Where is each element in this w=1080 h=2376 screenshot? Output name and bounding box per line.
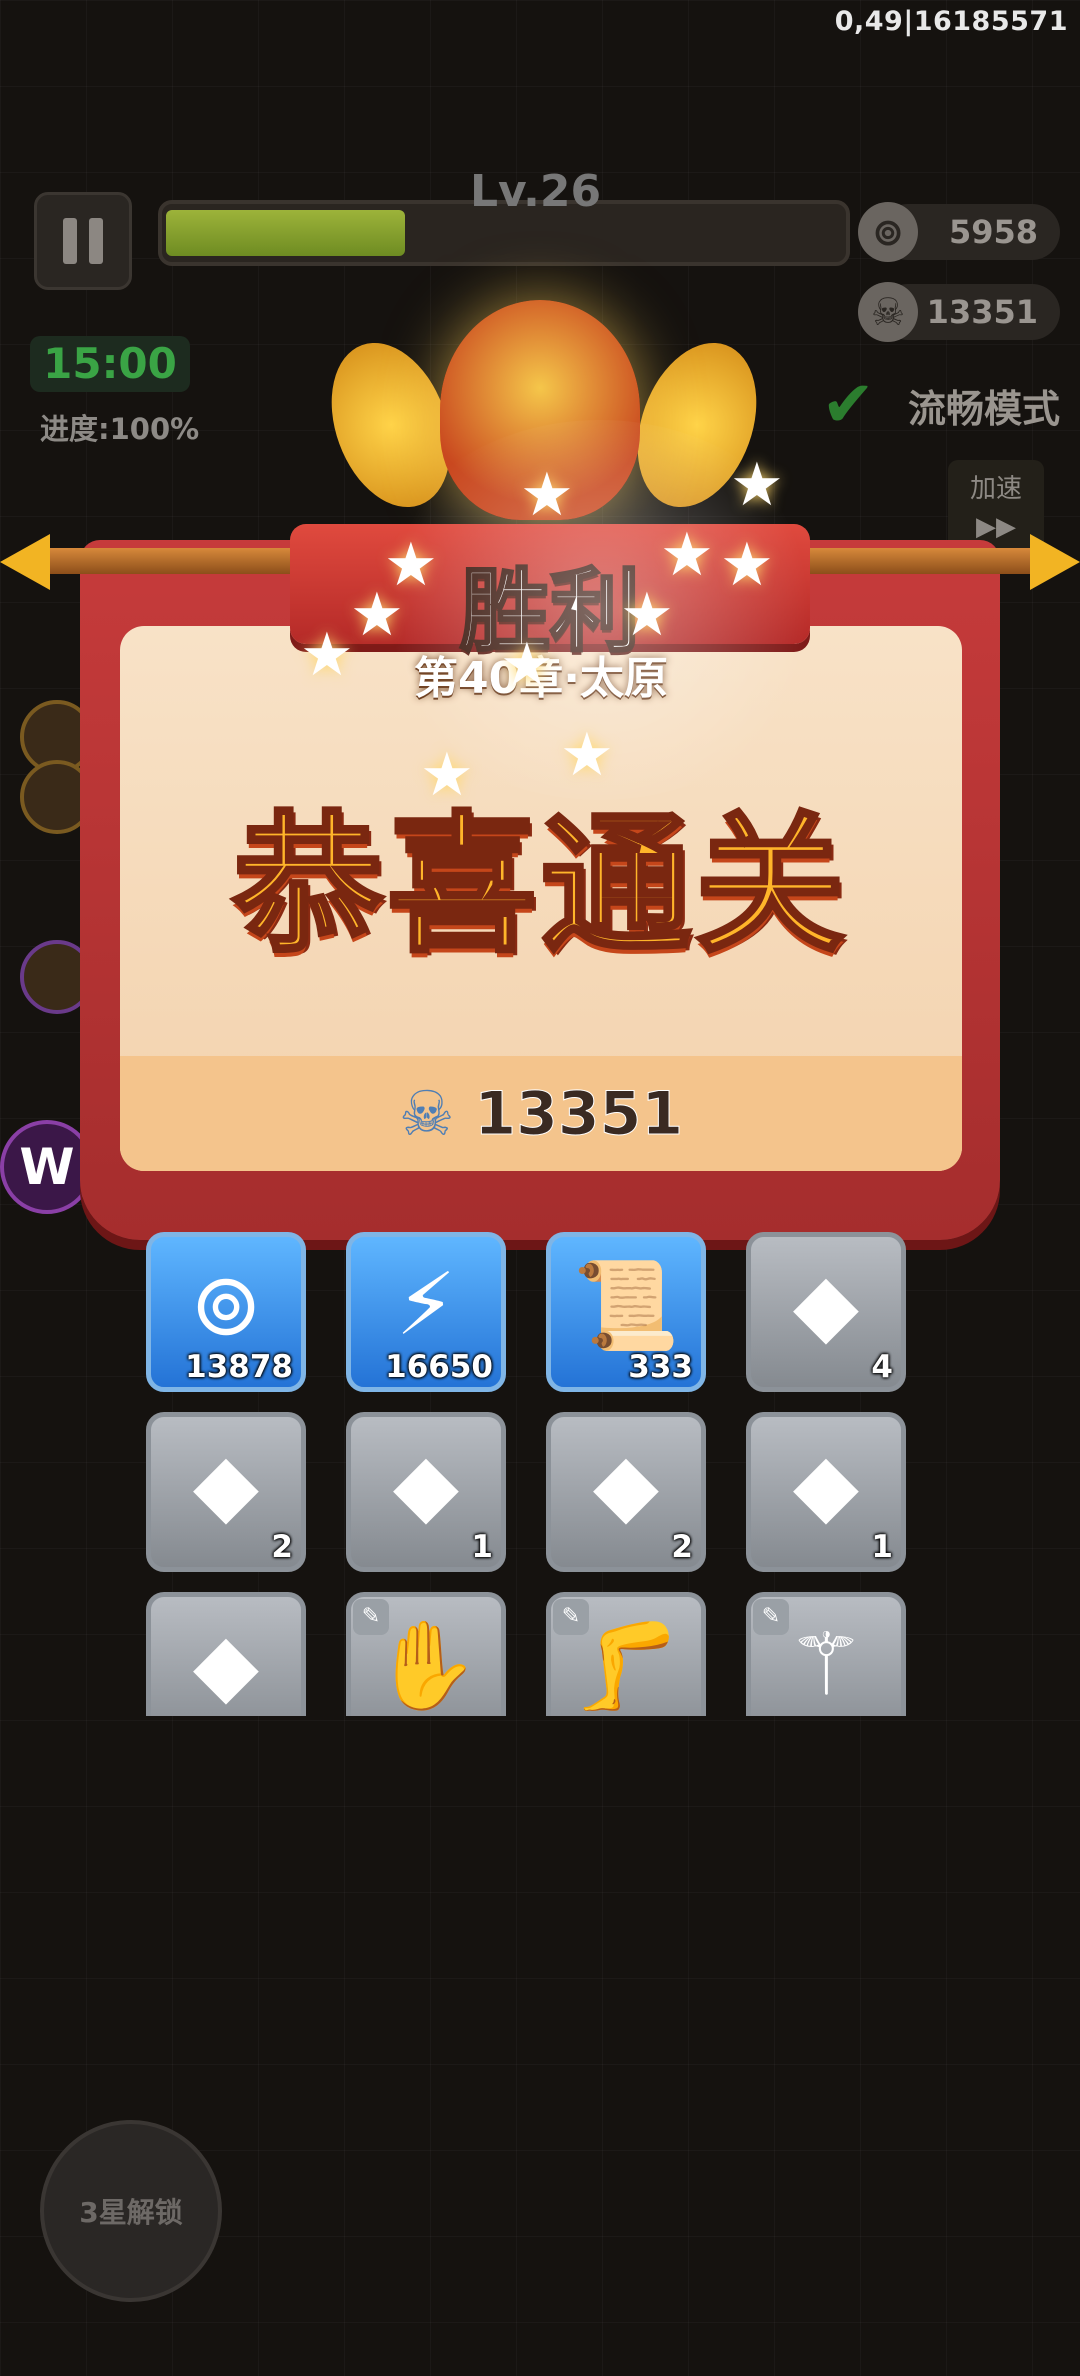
smooth-mode-toggle[interactable]: 流畅模式	[908, 378, 1060, 433]
reward-slot[interactable]: ◆ 1	[746, 1412, 906, 1572]
star-sparkle-icon: ★	[520, 460, 574, 530]
skull-counter: ☠ 13351	[858, 282, 1060, 342]
reward-slot[interactable]: ✎ 🦵	[546, 1592, 706, 1716]
reward-slot[interactable]: ⚡ 16650	[346, 1232, 506, 1392]
dragon-staff-icon: ⚚	[787, 1615, 865, 1715]
pause-button[interactable]	[34, 192, 132, 290]
armor-gem-icon: ◆	[392, 1435, 460, 1535]
progress-label: 进度:100%	[40, 412, 200, 446]
pause-icon-bar	[89, 218, 103, 264]
reward-grid: ⊚ 13878 ⚡ 16650 📜 333 ◆ 4 ◆ 2 ◆ 1 ◆ 2 ◆ 1 ◆ ✎ ✋ ✎ 🦵 ✎ ⚚	[146, 1232, 912, 1716]
reward-count: 1	[471, 1529, 493, 1565]
star-sparkle-icon: ★	[620, 580, 674, 650]
pause-icon-bar	[63, 218, 77, 264]
helmet-gem-icon: ◆	[192, 1615, 260, 1715]
reward-slot[interactable]: ◆ 2	[546, 1412, 706, 1572]
reward-slot[interactable]: ◆	[146, 1592, 306, 1716]
coin-counter: ⊚ 5958	[858, 202, 1060, 262]
checkmark-icon[interactable]: ✔	[821, 368, 875, 442]
reward-count: 4	[871, 1349, 893, 1385]
star-sparkle-icon: ★	[500, 630, 554, 700]
reward-slot[interactable]: ⊚ 13878	[146, 1232, 306, 1392]
reward-slot[interactable]: ✎ ✋	[346, 1592, 506, 1716]
unlock-label: 3星解锁	[79, 2196, 183, 2229]
reward-slot[interactable]: ◆ 2	[146, 1412, 306, 1572]
timer: 15:00	[30, 336, 190, 392]
skull-icon: ☠	[858, 282, 918, 342]
reward-count: 2	[271, 1529, 293, 1565]
speed-label: 加速	[969, 474, 1022, 504]
debug-readout: 0,49|16185571	[834, 6, 1068, 37]
level-label: Lv.26	[470, 166, 602, 217]
reward-count: 1	[871, 1529, 893, 1565]
reward-slot[interactable]: ◆ 1	[346, 1412, 506, 1572]
congrats-title: 恭喜通关	[231, 797, 849, 975]
reward-count: 16650	[385, 1349, 493, 1385]
coin-count: 5958	[948, 213, 1038, 251]
scroll-icon: 📜	[572, 1256, 680, 1356]
rod-end-left-icon	[0, 534, 50, 590]
leg-armor-icon: 🦵	[572, 1616, 680, 1716]
reward-count: 2	[671, 1529, 693, 1565]
skull-total: 13351	[474, 1078, 684, 1149]
reward-slot[interactable]: ✎ ⚚	[746, 1592, 906, 1716]
star-sparkle-icon: ★	[300, 620, 354, 690]
xp-bar-fill	[166, 210, 406, 256]
boot-gem-icon: ◆	[792, 1435, 860, 1535]
star-sparkle-icon: ★	[420, 740, 474, 810]
star-sparkle-icon: ★	[560, 720, 614, 790]
medal-gem-icon: ◆	[592, 1435, 660, 1535]
star-sparkle-icon: ★	[720, 530, 774, 600]
skull-total-row: ☠ 13351	[120, 1056, 962, 1171]
reward-count: 13878	[185, 1349, 293, 1385]
skull-count: 13351	[926, 293, 1038, 331]
locked-skill-button[interactable]: 3星解锁	[40, 2120, 222, 2302]
reward-slot[interactable]: ◆ 4	[746, 1232, 906, 1392]
copper-coin-icon: ⊚	[189, 1255, 263, 1355]
reward-slot[interactable]: 📜 333	[546, 1232, 706, 1392]
sword-gem-icon: ◆	[792, 1255, 860, 1355]
coin-icon: ⊚	[858, 202, 918, 262]
gauntlet-icon: ✋	[372, 1616, 480, 1716]
skull-icon: ☠	[398, 1077, 455, 1150]
star-sparkle-icon: ★	[350, 580, 404, 650]
star-sparkle-icon: ★	[730, 450, 784, 520]
rod-end-right-icon	[1030, 534, 1080, 590]
pants-gem-icon: ◆	[192, 1435, 260, 1535]
lightning-energy-icon: ⚡	[395, 1255, 457, 1355]
reward-count: 333	[628, 1349, 693, 1385]
